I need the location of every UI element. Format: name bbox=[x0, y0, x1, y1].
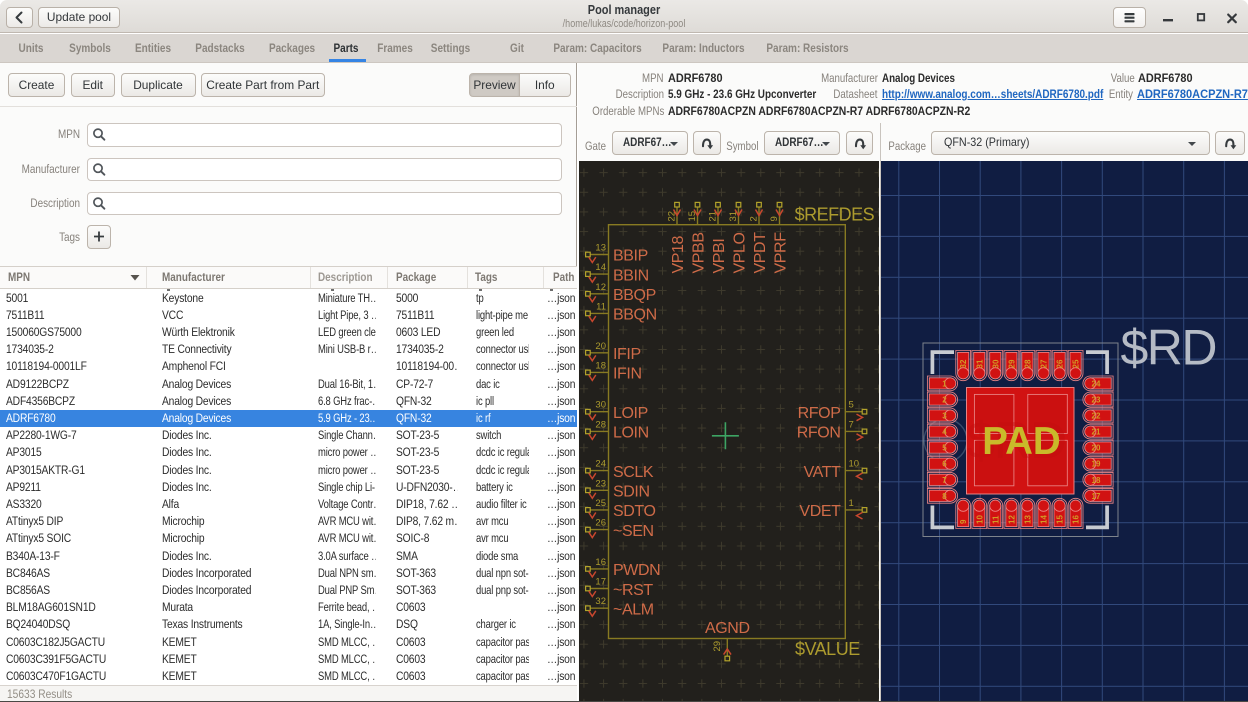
svg-text:IFIN: IFIN bbox=[613, 366, 642, 383]
svg-text:18: 18 bbox=[1092, 476, 1101, 485]
svg-text:16: 16 bbox=[1072, 515, 1081, 524]
svg-text:SDIN: SDIN bbox=[613, 484, 650, 501]
svg-text:17: 17 bbox=[1092, 492, 1101, 501]
svg-text:2: 2 bbox=[749, 216, 760, 221]
svg-text:2: 2 bbox=[942, 396, 947, 405]
svg-text:3: 3 bbox=[942, 412, 947, 421]
svg-text:27: 27 bbox=[1040, 359, 1049, 368]
svg-text:~ALM: ~ALM bbox=[613, 601, 654, 618]
svg-text:4: 4 bbox=[942, 428, 947, 437]
svg-text:18: 18 bbox=[595, 360, 606, 371]
svg-text:VATT: VATT bbox=[804, 464, 842, 481]
svg-text:BBQP: BBQP bbox=[613, 287, 656, 304]
svg-text:LOIN: LOIN bbox=[613, 425, 649, 442]
svg-text:BBQN: BBQN bbox=[613, 307, 657, 324]
svg-text:24: 24 bbox=[1092, 379, 1101, 388]
svg-text:SDTO: SDTO bbox=[613, 503, 656, 520]
svg-text:9: 9 bbox=[959, 519, 968, 524]
svg-text:24: 24 bbox=[595, 459, 606, 470]
svg-text:1: 1 bbox=[849, 498, 854, 509]
svg-text:1: 1 bbox=[942, 379, 947, 388]
svg-text:11: 11 bbox=[596, 301, 606, 312]
svg-text:$REFDES: $REFDES bbox=[795, 205, 875, 225]
svg-text:29: 29 bbox=[1007, 359, 1016, 368]
svg-text:20: 20 bbox=[595, 341, 606, 352]
svg-text:VPBB: VPBB bbox=[691, 232, 708, 273]
svg-text:RFON: RFON bbox=[797, 425, 841, 442]
svg-text:VDET: VDET bbox=[799, 503, 841, 520]
svg-text:BBIP: BBIP bbox=[613, 248, 648, 265]
svg-text:VPDT: VPDT bbox=[752, 232, 769, 274]
svg-text:VPBI: VPBI bbox=[711, 239, 728, 274]
svg-text:BBIN: BBIN bbox=[613, 267, 649, 284]
svg-text:31: 31 bbox=[975, 359, 984, 368]
svg-text:LOIP: LOIP bbox=[613, 405, 648, 422]
svg-text:RFOP: RFOP bbox=[798, 405, 841, 422]
svg-text:PAD: PAD bbox=[982, 420, 1060, 463]
svg-text:32: 32 bbox=[595, 596, 606, 607]
svg-text:AGND: AGND bbox=[705, 620, 750, 637]
svg-text:22: 22 bbox=[1092, 412, 1101, 421]
svg-text:28: 28 bbox=[1023, 359, 1032, 368]
svg-text:VP18: VP18 bbox=[670, 235, 687, 273]
svg-text:13: 13 bbox=[595, 243, 606, 254]
svg-text:25: 25 bbox=[1072, 359, 1081, 368]
svg-text:12: 12 bbox=[595, 282, 606, 293]
svg-text:13: 13 bbox=[1023, 515, 1032, 524]
svg-text:~RST: ~RST bbox=[613, 582, 653, 599]
svg-text:29: 29 bbox=[712, 641, 723, 652]
svg-text:25: 25 bbox=[595, 498, 606, 509]
svg-text:9: 9 bbox=[769, 216, 780, 221]
svg-text:~SEN: ~SEN bbox=[613, 523, 654, 540]
svg-text:19: 19 bbox=[1092, 460, 1101, 469]
svg-text:26: 26 bbox=[595, 518, 606, 529]
svg-text:16: 16 bbox=[595, 557, 606, 568]
svg-text:5: 5 bbox=[849, 400, 854, 411]
svg-text:10: 10 bbox=[975, 515, 984, 524]
svg-text:SCLK: SCLK bbox=[613, 464, 654, 481]
svg-text:VPLO: VPLO bbox=[732, 232, 749, 273]
svg-text:17: 17 bbox=[595, 577, 606, 588]
svg-text:7: 7 bbox=[942, 476, 947, 485]
svg-text:11: 11 bbox=[991, 515, 1000, 524]
svg-text:12: 12 bbox=[1007, 515, 1016, 524]
svg-text:28: 28 bbox=[595, 419, 606, 430]
svg-text:5: 5 bbox=[942, 444, 947, 453]
svg-text:26: 26 bbox=[1056, 359, 1065, 368]
svg-text:8: 8 bbox=[942, 492, 947, 501]
svg-text:30: 30 bbox=[595, 400, 606, 411]
svg-text:10: 10 bbox=[849, 459, 860, 470]
svg-text:30: 30 bbox=[991, 359, 1000, 368]
svg-text:PWDN: PWDN bbox=[613, 562, 660, 579]
svg-text:IFIP: IFIP bbox=[613, 346, 641, 363]
svg-text:$RD: $RD bbox=[1121, 320, 1217, 376]
svg-text:32: 32 bbox=[959, 359, 968, 368]
svg-text:7: 7 bbox=[849, 419, 854, 430]
svg-text:21: 21 bbox=[1092, 428, 1101, 437]
svg-text:20: 20 bbox=[1092, 444, 1101, 453]
svg-text:$VALUE: $VALUE bbox=[795, 639, 860, 659]
svg-text:23: 23 bbox=[1092, 396, 1101, 405]
svg-text:23: 23 bbox=[595, 478, 606, 489]
svg-text:6: 6 bbox=[942, 460, 947, 469]
svg-text:VPRF: VPRF bbox=[773, 232, 790, 274]
svg-text:14: 14 bbox=[1040, 515, 1049, 524]
svg-text:14: 14 bbox=[595, 262, 606, 273]
svg-text:15: 15 bbox=[1056, 515, 1065, 524]
